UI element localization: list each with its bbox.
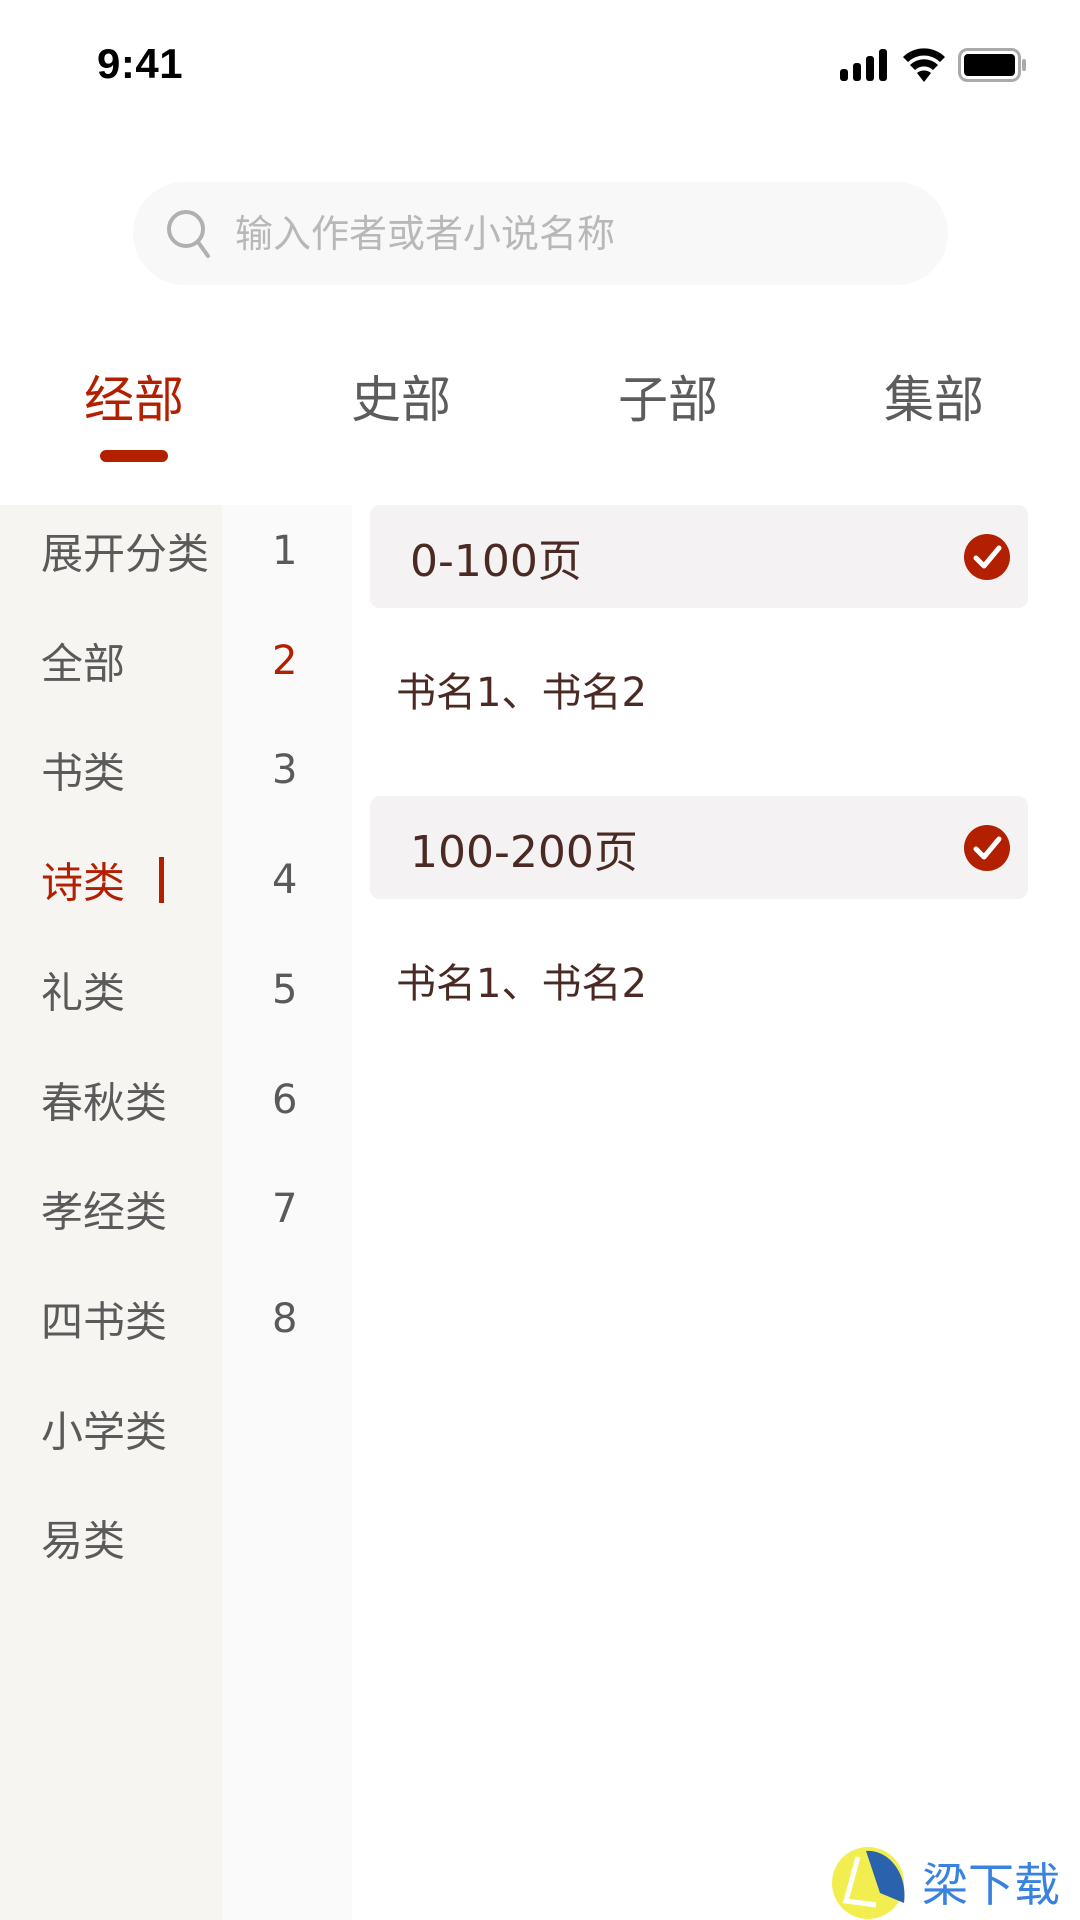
sidebar-item[interactable]: 四书类 8 xyxy=(0,1264,352,1374)
book-list[interactable]: 书名1、书名2 xyxy=(396,951,647,1009)
sidebar-item[interactable]: 礼类 5 xyxy=(0,935,352,1045)
sidebar-item-label: 全部 xyxy=(41,639,126,689)
sidebar-item[interactable]: 诗类 4 xyxy=(0,825,352,935)
page-range-title: 100-200页 xyxy=(410,826,638,878)
sidebar-item-label: 诗类 xyxy=(41,858,126,908)
signal-icon xyxy=(840,49,887,81)
sidebar-item[interactable]: 易类 xyxy=(0,1483,352,1593)
search-input[interactable] xyxy=(235,211,875,256)
logo-icon xyxy=(832,1847,905,1919)
sidebar-item-count: 6 xyxy=(272,1076,298,1123)
tab-label: 史部 xyxy=(351,371,451,429)
status-time: 9:41 xyxy=(97,40,184,87)
tab-label: 集部 xyxy=(884,371,984,429)
sidebar-item-label: 书类 xyxy=(41,748,126,798)
sidebar-item-label: 礼类 xyxy=(41,968,126,1018)
sidebar-item[interactable]: 孝经类 7 xyxy=(0,1154,352,1264)
status-icons xyxy=(840,48,1028,82)
sidebar-item-count: 4 xyxy=(272,857,298,904)
sidebar-item-count: 1 xyxy=(272,528,298,574)
sidebar-item-label: 春秋类 xyxy=(41,1078,168,1127)
sidebar-item[interactable]: 春秋类 6 xyxy=(0,1045,352,1155)
sidebar-item[interactable]: 书类 3 xyxy=(0,715,352,825)
sidebar-item-label: 孝经类 xyxy=(41,1187,168,1237)
wifi-icon xyxy=(903,48,945,82)
active-indicator xyxy=(159,857,164,904)
sidebar: 展开分类 1 全部 2 书类 3 诗类 4 礼类 5 春秋类 6 孝经类 7 四书类 8 小学类易类 xyxy=(0,505,352,1920)
watermark: 梁下载 xyxy=(828,1843,1080,1920)
search-bar[interactable] xyxy=(133,182,948,285)
sidebar-item-count: 8 xyxy=(272,1295,298,1342)
watermark-text: 梁下载 xyxy=(922,1857,1060,1912)
sidebar-item-label: 小学类 xyxy=(41,1407,168,1457)
battery-icon xyxy=(958,48,1026,82)
page-range-card[interactable]: 100-200页 xyxy=(370,796,1028,899)
status-bar: 9:41 xyxy=(0,0,1080,130)
tab-jingbu[interactable]: 经部 xyxy=(34,360,234,462)
tab-label: 子部 xyxy=(618,371,718,429)
sidebar-item-label: 易类 xyxy=(41,1516,126,1566)
sidebar-item[interactable]: 全部 2 xyxy=(0,606,352,716)
tab-jibu[interactable]: 集部 xyxy=(834,360,1034,432)
tab-shibu[interactable]: 史部 xyxy=(301,360,501,432)
sidebar-item-count: 2 xyxy=(272,637,298,684)
tab-label: 经部 xyxy=(84,371,184,429)
book-list[interactable]: 书名1、书名2 xyxy=(396,660,647,718)
category-tabs: 经部 史部 子部 集部 xyxy=(0,360,1080,470)
page-range-card[interactable]: 0-100页 xyxy=(370,505,1028,608)
tab-active-indicator xyxy=(100,450,168,462)
sidebar-item-label: 展开分类 xyxy=(41,529,210,579)
sidebar-item-count: 5 xyxy=(272,966,298,1013)
search-icon xyxy=(167,209,210,258)
sidebar-item-count: 7 xyxy=(272,1186,298,1233)
sidebar-item[interactable]: 展开分类 1 xyxy=(0,496,352,606)
check-circle-icon[interactable] xyxy=(964,533,1010,580)
sidebar-item[interactable]: 小学类 xyxy=(0,1374,352,1484)
page-range-title: 0-100页 xyxy=(410,535,582,587)
sidebar-item-count: 3 xyxy=(272,747,298,794)
sidebar-item-label: 四书类 xyxy=(41,1297,168,1347)
check-circle-icon[interactable] xyxy=(964,824,1010,871)
tab-zibu[interactable]: 子部 xyxy=(568,360,768,432)
